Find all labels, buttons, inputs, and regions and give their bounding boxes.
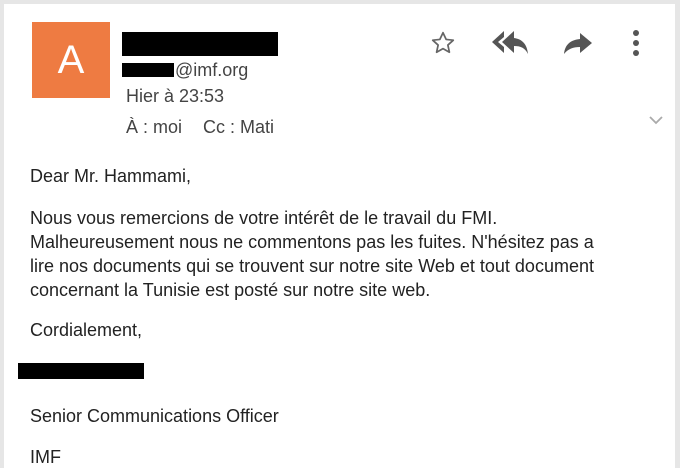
star-icon[interactable] [428,28,458,58]
email-date: Hier à 23:53 [126,86,225,106]
paragraph-line: Nous vous remercions de votre intérêt de… [30,208,498,228]
email-card: A @imf.org Hier à 23:53 À : moi Cc : Mat… [4,4,675,468]
more-vert-icon[interactable] [628,26,644,60]
reply-all-icon[interactable] [488,26,532,60]
signature-title: Senior Communications Officer [30,406,279,426]
email-closing: Cordialement, [30,320,143,340]
sender-email-domain: @imf.org [175,60,249,80]
paragraph-line: lire nos documents qui se trouvent sur n… [30,256,594,276]
sender-avatar[interactable]: A [32,22,110,98]
redacted-signature-name [18,363,144,379]
forward-icon[interactable] [560,28,596,58]
email-greeting: Dear Mr. Hammami, [30,166,192,186]
email-paragraph: Nous vous remercions de votre intérêt de… [30,206,650,302]
to-label: À : moi [126,117,183,137]
recipients-line[interactable]: À : moi Cc : Mati [126,117,274,138]
cc-label: Cc : Mati [203,117,275,137]
paragraph-line: Malheureusement nous ne commentons pas l… [30,232,594,252]
redacted-sender-name [122,32,278,56]
avatar-letter: A [57,37,85,82]
signature-org: IMF [30,447,61,467]
chevron-down-icon[interactable] [646,112,666,128]
paragraph-line: concernant la Tunisie est posté sur notr… [30,280,431,300]
redacted-email-local-part [122,63,174,77]
sender-email[interactable]: @imf.org [122,60,248,81]
